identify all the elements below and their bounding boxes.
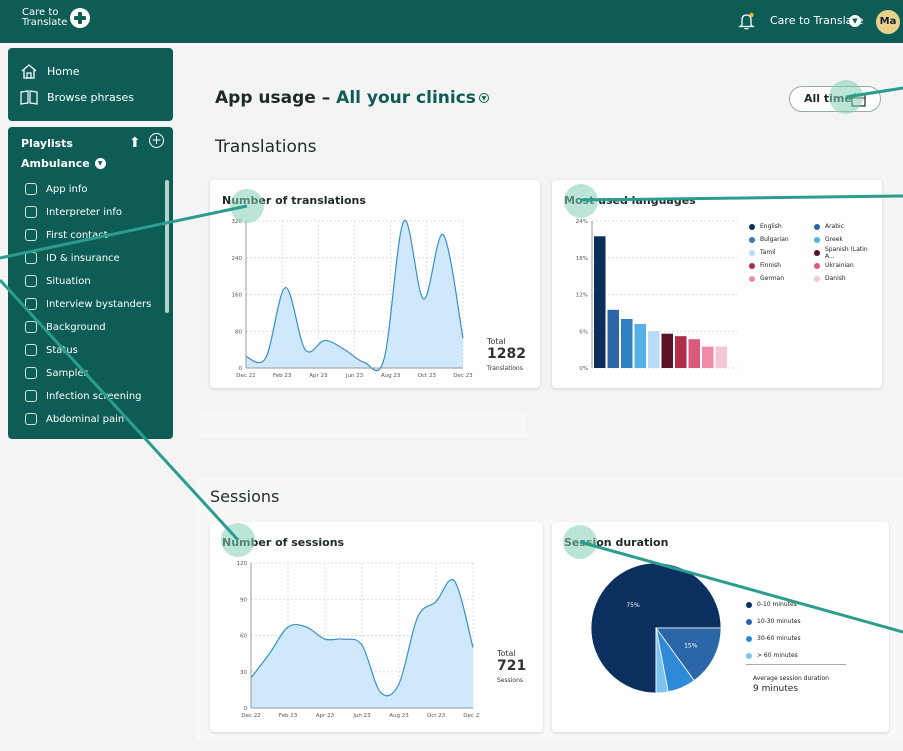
tutorial-connector-lines [0, 86, 903, 634]
connector-line [845, 86, 903, 99]
connector-line [579, 540, 903, 634]
connector-line [0, 204, 248, 260]
connector-line [0, 278, 240, 542]
connector-line [580, 194, 903, 202]
